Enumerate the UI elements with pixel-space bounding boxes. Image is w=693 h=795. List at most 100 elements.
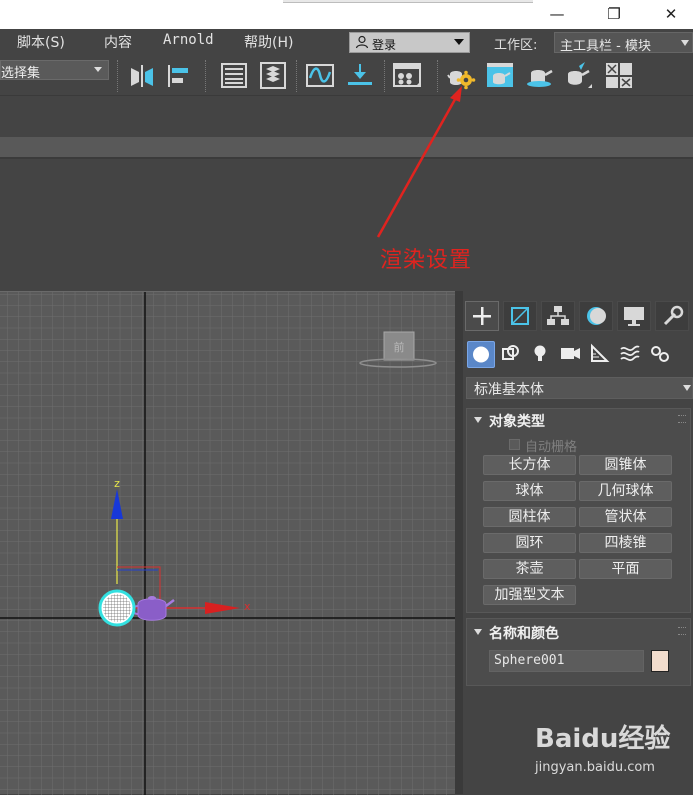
- chevron-down-icon: [454, 39, 464, 45]
- close-button[interactable]: ✕: [660, 4, 682, 24]
- mirror-icon: [131, 65, 153, 87]
- autogrid-label: 自动栅格: [525, 440, 578, 455]
- rendered-frame-window-button[interactable]: [485, 60, 515, 90]
- geometry-button[interactable]: [467, 341, 495, 368]
- motion-tab[interactable]: [579, 301, 613, 331]
- hierarchy-tab[interactable]: [541, 301, 575, 331]
- user-icon: [355, 35, 369, 49]
- cameras-icon: [561, 348, 580, 359]
- login-label: 登录: [372, 38, 397, 52]
- title-bar: — ❐ ✕: [0, 0, 693, 29]
- toolbar-separator: [205, 60, 207, 92]
- maximize-button[interactable]: ❐: [603, 4, 625, 24]
- object-color-swatch[interactable]: [651, 650, 669, 672]
- annotation-label: 渲染设置: [380, 248, 473, 273]
- cylinder-button[interactable]: 圆柱体: [483, 507, 576, 527]
- menu-arnold[interactable]: Arnold: [163, 32, 214, 48]
- systems-button[interactable]: [647, 341, 675, 368]
- object-type-rollout: 对象类型 自动栅格 长方体 圆锥体 球体 几何球体 圆柱体 管状体 圆环 四棱锥…: [466, 408, 691, 613]
- pyramid-button[interactable]: 四棱锥: [579, 533, 672, 553]
- object-category-value: 标准基本体: [474, 382, 544, 398]
- layer-explorer-button[interactable]: [258, 60, 288, 90]
- main-toolbar: 选择集: [0, 56, 693, 96]
- cameras-button[interactable]: [557, 341, 585, 368]
- torus-button[interactable]: 圆环: [483, 533, 576, 553]
- autogrid-checkbox[interactable]: 自动栅格: [509, 436, 578, 455]
- grip-icon[interactable]: [678, 627, 686, 635]
- utilities-tab[interactable]: [655, 301, 689, 331]
- sphere-button[interactable]: 球体: [483, 481, 576, 501]
- create-tab[interactable]: [465, 301, 499, 331]
- teapot-button[interactable]: 茶壶: [483, 559, 576, 579]
- name-color-rollout: 名称和颜色 Sphere001: [466, 618, 691, 686]
- textplus-button[interactable]: 加强型文本: [483, 585, 576, 605]
- material-icon: [393, 63, 421, 87]
- grip-icon[interactable]: [678, 415, 686, 423]
- helpers-button[interactable]: [587, 341, 615, 368]
- tube-button[interactable]: 管状体: [579, 507, 672, 527]
- gizmo-x-label: x: [244, 600, 251, 613]
- toolbar-separator: [117, 60, 119, 92]
- cone-button[interactable]: 圆锥体: [579, 455, 672, 475]
- name-color-title: 名称和颜色: [489, 626, 559, 642]
- shapes-button[interactable]: [498, 341, 526, 368]
- sphere-object[interactable]: [98, 589, 136, 627]
- box-button[interactable]: 长方体: [483, 455, 576, 475]
- geosphere-button[interactable]: 几何球体: [579, 481, 672, 501]
- create-category-bar: [463, 341, 693, 369]
- geometry-icon: [473, 346, 489, 363]
- render-iterative-button[interactable]: [563, 60, 593, 90]
- viewport-canvas[interactable]: 前 z x: [0, 292, 455, 795]
- mirror-button[interactable]: [127, 60, 157, 90]
- plane-button[interactable]: 平面: [579, 559, 672, 579]
- object-category-dropdown[interactable]: 标准基本体: [466, 377, 693, 399]
- render-production-button[interactable]: [525, 60, 555, 90]
- teapot-icon: [527, 69, 553, 87]
- teapot-gear-icon: [447, 70, 476, 90]
- name-color-rollout-header[interactable]: 名称和颜色: [467, 621, 692, 643]
- display-tab[interactable]: [617, 301, 651, 331]
- object-type-rollout-header[interactable]: 对象类型: [467, 409, 692, 431]
- spacewarps-button[interactable]: [617, 341, 645, 368]
- menu-bar: 脚本(S) 内容 Arnold 帮助(H) 登录 工作区: 主工具栏 - 模块: [0, 29, 693, 56]
- schematic-icon: [348, 64, 372, 85]
- align-button[interactable]: [164, 60, 194, 90]
- modify-tab[interactable]: [503, 301, 537, 331]
- material-editor-button[interactable]: [392, 60, 422, 90]
- monitor-icon: [624, 307, 644, 326]
- hierarchy-icon: [547, 306, 569, 325]
- menu-content[interactable]: 内容: [104, 32, 132, 52]
- workspace-dropdown[interactable]: 主工具栏 - 模块: [554, 32, 693, 54]
- render-cloud-button[interactable]: [604, 60, 634, 90]
- object-name-field[interactable]: Sphere001: [489, 650, 644, 672]
- checkbox-icon[interactable]: [509, 439, 520, 450]
- object-type-title: 对象类型: [489, 414, 545, 430]
- chevron-down-icon: [474, 417, 482, 423]
- align-icon: [168, 65, 188, 87]
- lights-button[interactable]: [527, 341, 555, 368]
- render-setup-button[interactable]: [446, 60, 476, 90]
- menu-script[interactable]: 脚本(S): [17, 32, 65, 52]
- toolbar-separator: [384, 60, 386, 92]
- command-panel-tabs: [463, 301, 693, 333]
- scene-explorer-button[interactable]: [219, 60, 249, 90]
- viewport-divider[interactable]: [455, 291, 463, 794]
- selection-set-dropdown[interactable]: 选择集: [0, 60, 109, 81]
- shapes-icon: [502, 345, 519, 360]
- curve-icon: [306, 64, 334, 87]
- motion-icon: [587, 307, 606, 325]
- curve-editor-button[interactable]: [305, 60, 335, 90]
- menu-help[interactable]: 帮助(H): [244, 32, 293, 52]
- list-icon: [221, 63, 247, 88]
- minimize-button[interactable]: —: [546, 4, 568, 24]
- modify-icon: [511, 307, 529, 325]
- watermark: Baidu经验 jingyan.baidu.com: [535, 718, 685, 778]
- spacewarps-icon: [620, 345, 640, 362]
- login-dropdown[interactable]: 登录: [349, 32, 470, 53]
- chevron-down-icon: [94, 67, 102, 72]
- ribbon-strip: [0, 137, 693, 159]
- ribbon-panel: [0, 161, 693, 289]
- viewport-front[interactable]: 前 z x: [0, 291, 455, 795]
- object-name-value: Sphere001: [494, 653, 565, 668]
- schematic-view-button[interactable]: [345, 60, 375, 90]
